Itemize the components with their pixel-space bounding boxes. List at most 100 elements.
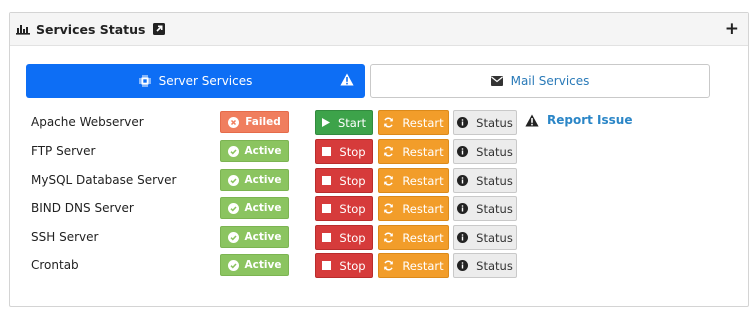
add-button[interactable]: + xyxy=(725,20,739,38)
status-button[interactable]: Status xyxy=(453,253,517,278)
refresh-icon xyxy=(383,146,394,157)
service-row-apache: Apache Webserver Failed Start Restart St… xyxy=(31,110,711,135)
external-link-icon[interactable] xyxy=(152,23,165,35)
status-button[interactable]: Status xyxy=(453,110,517,135)
refresh-icon xyxy=(383,203,394,214)
stop-button[interactable]: Stop xyxy=(315,139,373,164)
panel-title: Services Status xyxy=(36,21,146,37)
play-icon xyxy=(321,118,330,127)
x-circle-icon xyxy=(228,116,240,128)
status-badge-label: Active xyxy=(244,145,282,157)
stop-button[interactable]: Stop xyxy=(315,253,373,278)
tab-server-services-label: Server Services xyxy=(158,74,253,88)
envelope-icon xyxy=(490,76,503,86)
service-row-ftp: FTP Server Active Stop Restart Status xyxy=(31,139,711,164)
service-name: Apache Webserver xyxy=(31,115,144,129)
restart-button[interactable]: Restart xyxy=(378,253,449,278)
report-issue: Report Issue xyxy=(525,113,632,127)
status-button[interactable]: Status xyxy=(453,168,517,193)
stop-button-label: Stop xyxy=(339,144,366,159)
status-button[interactable]: Status xyxy=(453,196,517,221)
status-badge-label: Active xyxy=(244,259,282,271)
restart-button[interactable]: Restart xyxy=(378,196,449,221)
status-button-label: Status xyxy=(476,201,513,216)
restart-button-label: Restart xyxy=(402,144,444,159)
info-icon xyxy=(457,117,469,128)
tab-mail-services[interactable]: Mail Services xyxy=(370,64,710,98)
restart-button-label: Restart xyxy=(402,201,444,216)
stop-button-label: Stop xyxy=(339,258,366,273)
stop-button[interactable]: Stop xyxy=(315,168,373,193)
refresh-icon xyxy=(383,260,394,271)
check-circle-icon xyxy=(227,231,239,243)
refresh-icon xyxy=(383,175,394,186)
stop-button-label: Stop xyxy=(339,230,366,245)
status-button[interactable]: Status xyxy=(453,225,517,250)
start-button[interactable]: Start xyxy=(315,110,373,135)
info-icon xyxy=(457,203,469,214)
stop-button[interactable]: Stop xyxy=(315,225,373,250)
start-button-label: Start xyxy=(337,115,367,130)
stop-icon xyxy=(322,147,332,156)
info-icon xyxy=(457,146,469,157)
services-status-panel: Services Status + Server Services Mail S… xyxy=(9,12,749,307)
info-icon xyxy=(457,232,469,243)
status-badge-label: Active xyxy=(244,202,282,214)
restart-button[interactable]: Restart xyxy=(378,110,449,135)
status-button[interactable]: Status xyxy=(453,139,517,164)
stop-button-label: Stop xyxy=(339,201,366,216)
restart-button[interactable]: Restart xyxy=(378,168,449,193)
check-circle-icon xyxy=(227,202,239,214)
restart-button-label: Restart xyxy=(402,173,444,188)
tab-mail-services-label: Mail Services xyxy=(510,74,590,88)
stop-button-label: Stop xyxy=(339,173,366,188)
service-name: SSH Server xyxy=(31,230,99,244)
status-button-label: Status xyxy=(476,115,513,130)
service-row-mysql: MySQL Database Server Active Stop Restar… xyxy=(31,168,711,193)
restart-button[interactable]: Restart xyxy=(378,139,449,164)
status-button-label: Status xyxy=(476,144,513,159)
service-tabs: Server Services Mail Services xyxy=(26,64,710,98)
check-circle-icon xyxy=(227,145,239,157)
warning-icon xyxy=(340,73,354,89)
stop-icon xyxy=(322,204,332,213)
service-row-ssh: SSH Server Active Stop Restart Status xyxy=(31,225,711,250)
check-circle-icon xyxy=(227,174,239,186)
service-name: BIND DNS Server xyxy=(31,201,134,215)
refresh-icon xyxy=(383,232,394,243)
stop-icon xyxy=(322,233,332,242)
status-badge-label: Active xyxy=(244,231,282,243)
status-badge-active: Active xyxy=(220,226,289,248)
service-row-bind: BIND DNS Server Active Stop Restart Stat… xyxy=(31,196,711,221)
status-button-label: Status xyxy=(476,230,513,245)
refresh-icon xyxy=(383,117,394,128)
restart-button-label: Restart xyxy=(402,258,444,273)
service-row-crontab: Crontab Active Stop Restart Status xyxy=(31,253,711,278)
service-name: Crontab xyxy=(31,258,79,272)
status-badge-active: Active xyxy=(220,197,289,219)
stop-icon xyxy=(322,176,332,185)
report-issue-link[interactable]: Report Issue xyxy=(547,113,632,127)
info-icon xyxy=(457,175,469,186)
restart-button[interactable]: Restart xyxy=(378,225,449,250)
status-badge-active: Active xyxy=(220,169,289,191)
status-badge-active: Active xyxy=(220,140,289,162)
status-button-label: Status xyxy=(476,258,513,273)
restart-button-label: Restart xyxy=(402,230,444,245)
status-badge-label: Failed xyxy=(245,116,281,128)
service-name: FTP Server xyxy=(31,144,96,158)
stop-button[interactable]: Stop xyxy=(315,196,373,221)
panel-header: Services Status + xyxy=(10,13,748,46)
status-badge-label: Active xyxy=(244,174,282,186)
restart-button-label: Restart xyxy=(402,115,444,130)
status-badge-active: Active xyxy=(220,254,289,276)
service-name: MySQL Database Server xyxy=(31,173,177,187)
warning-icon xyxy=(525,114,539,127)
tab-server-services[interactable]: Server Services xyxy=(26,64,365,98)
bar-chart-icon xyxy=(16,23,30,35)
chip-icon xyxy=(138,75,151,87)
info-icon xyxy=(457,260,469,271)
status-badge-failed: Failed xyxy=(220,111,289,133)
check-circle-icon xyxy=(227,259,239,271)
stop-icon xyxy=(322,261,332,270)
